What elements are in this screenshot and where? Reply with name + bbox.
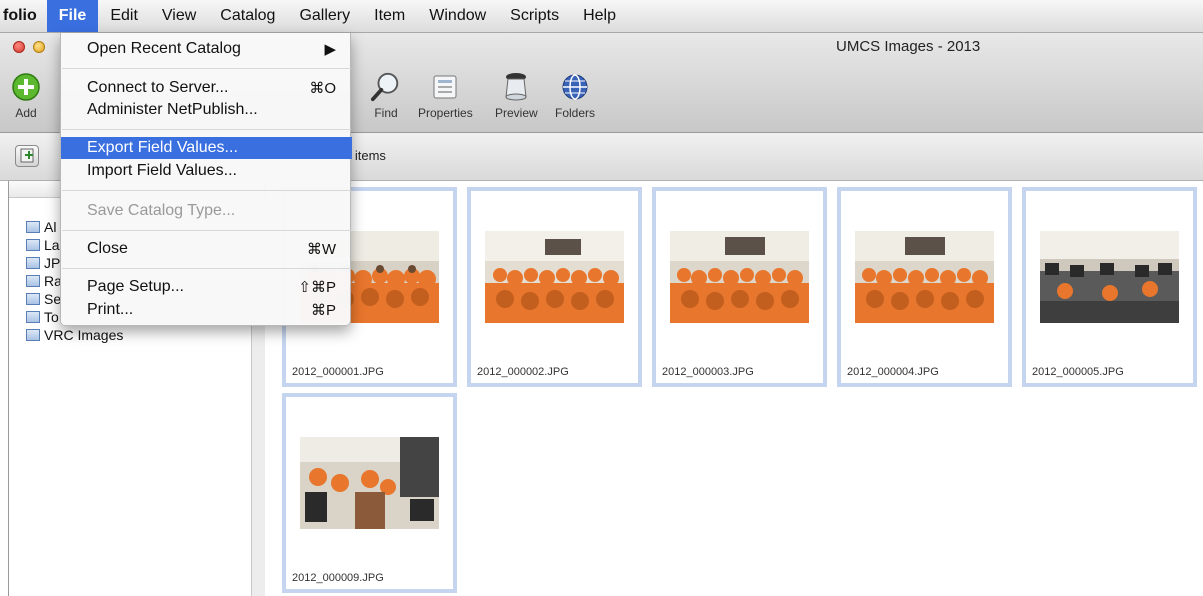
globe-icon [559,71,591,103]
shortcut-label: ⌘W [306,241,336,258]
menu-item-close[interactable]: Close ⌘W [61,238,352,260]
menu-item-open-recent-catalog[interactable]: Open Recent Catalog ▶ [61,38,352,60]
menu-item-import-field-values[interactable]: Import Field Values... [61,160,352,182]
window-title: UMCS Images - 2013 [836,38,981,55]
new-gallery-icon [20,148,34,163]
shortcut-label: ⌘P [310,302,336,319]
menu-item-page-setup[interactable]: Page Setup... ⇧⌘P [61,276,352,298]
thumbnail-cell[interactable]: 2012_000004.JPG [837,187,1012,387]
thumbnail-filename: 2012_000005.JPG [1032,366,1124,378]
preview-label: Preview [495,106,538,120]
thumbnail-filename: 2012_000001.JPG [292,366,384,378]
loupe-icon [500,71,532,103]
file-menu-dropdown: Open Recent Catalog ▶ Connect to Server.… [60,33,352,326]
properties-label: Properties [418,106,473,120]
gallery-icon [26,329,40,341]
find-label: Find [374,106,398,120]
thumbnail-grid: 2012_000001.JPG 2012_000002.JPG 2012_000… [266,181,1203,596]
menu-item-print[interactable]: Print... ⌘P [61,299,352,321]
gallery-icon [26,221,40,233]
thumbnail-cell[interactable]: 2012_000002.JPG [467,187,642,387]
menu-item[interactable]: Item [362,0,417,32]
thumbnail-filename: 2012_000004.JPG [847,366,939,378]
menu-catalog[interactable]: Catalog [208,0,287,32]
gallery-icon [26,311,40,323]
find-button[interactable]: Find [370,71,402,120]
thumbnail-cell[interactable]: 2012_000009.JPG [282,393,457,593]
menu-separator [62,268,351,269]
app-menu[interactable]: folio [0,0,47,32]
menu-item-administer-netpublish[interactable]: Administer NetPublish... [61,99,352,121]
menu-scripts[interactable]: Scripts [498,0,571,32]
menu-item-export-field-values[interactable]: Export Field Values... [61,137,352,159]
thumbnail-filename: 2012_000009.JPG [292,572,384,584]
gallery-icon [26,275,40,287]
thumbnail-cell[interactable]: 2012_000005.JPG [1022,187,1197,387]
computer-lab-thumbnail [300,437,439,529]
menu-separator [62,230,351,231]
thumbnail-filename: 2012_000002.JPG [477,366,569,378]
menu-separator [62,190,351,191]
computer-lab-thumbnail [1040,231,1179,323]
menu-item-save-catalog-type: Save Catalog Type... [87,202,236,219]
folders-label: Folders [555,106,596,120]
magnifier-icon [370,71,402,103]
menu-window[interactable]: Window [417,0,498,32]
menu-bar: folio File Edit View Catalog Gallery Ite… [0,0,1203,33]
menu-file[interactable]: File [46,0,99,32]
menu-edit[interactable]: Edit [98,0,150,32]
preview-button[interactable]: Preview [495,71,538,120]
gallery-icon [26,239,40,251]
shortcut-label: ⌘O [309,80,336,97]
gallery-icon [26,257,40,269]
properties-button[interactable]: Properties [418,71,473,120]
group-photo-thumbnail [485,231,624,323]
menu-item-connect-to-server[interactable]: Connect to Server... ⌘O [61,77,352,99]
menu-separator [62,129,351,130]
menu-gallery[interactable]: Gallery [287,0,362,32]
gallery-item-vrc-images[interactable]: VRC Images [9,326,264,344]
folders-button[interactable]: Folders [555,71,595,120]
submenu-arrow-icon: ▶ [324,41,336,58]
properties-icon [429,71,461,103]
new-gallery-button[interactable] [15,145,39,167]
add-button[interactable]: Add [10,71,42,120]
add-icon [10,71,42,103]
menu-separator [62,68,351,69]
thumbnail-filename: 2012_000003.JPG [662,366,754,378]
group-photo-thumbnail [670,231,809,323]
thumbnail-cell[interactable]: 2012_000003.JPG [652,187,827,387]
group-photo-thumbnail [855,231,994,323]
menu-help[interactable]: Help [571,0,628,32]
gallery-icon [26,293,40,305]
menu-view[interactable]: View [150,0,208,32]
shortcut-label: ⇧⌘P [298,279,336,296]
add-label: Add [15,106,37,120]
